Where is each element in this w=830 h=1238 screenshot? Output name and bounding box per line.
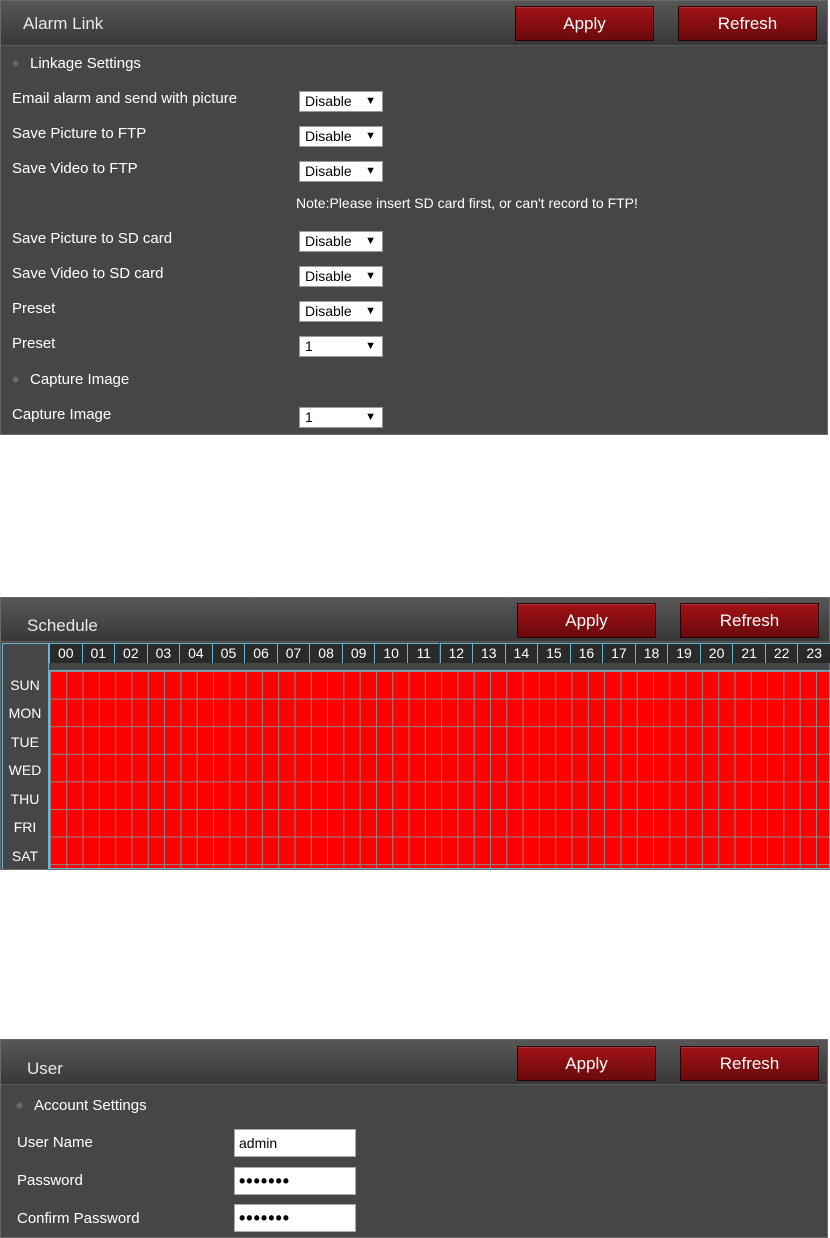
capture-image-value: 1 <box>305 409 313 425</box>
hour-header[interactable]: 04 <box>179 643 212 663</box>
chevron-down-icon: ▼ <box>365 340 376 352</box>
day-label[interactable]: MON <box>2 705 48 733</box>
chevron-down-icon: ▼ <box>365 305 376 317</box>
hour-header[interactable]: 08 <box>309 643 342 663</box>
preset-number-select[interactable]: 1 ▼ <box>299 336 383 357</box>
password-label: Password <box>17 1172 83 1189</box>
hour-header[interactable]: 20 <box>699 643 733 663</box>
user-panel: User Apply Refresh Account Settings User… <box>0 1039 828 1238</box>
hour-header[interactable]: 07 <box>276 643 310 663</box>
hour-header[interactable]: 19 <box>667 643 700 663</box>
hour-header[interactable]: 15 <box>537 643 570 663</box>
user-apply-button[interactable]: Apply <box>517 1046 656 1081</box>
hour-header[interactable]: 13 <box>472 643 505 663</box>
hour-header[interactable]: 18 <box>634 643 668 663</box>
schedule-time-grid[interactable] <box>49 670 830 869</box>
ftp-picture-select[interactable]: Disable ▼ <box>299 126 383 147</box>
hour-header[interactable]: 11 <box>406 643 440 663</box>
hour-header[interactable]: 09 <box>341 643 375 663</box>
user-title: User <box>27 1059 63 1078</box>
day-label[interactable]: SAT <box>2 848 48 876</box>
hour-header[interactable]: 16 <box>569 643 603 663</box>
preset-enable-label: Preset <box>12 300 56 317</box>
chevron-down-icon: ▼ <box>365 270 376 282</box>
schedule-hours-row: 00 01 02 03 04 05 06 07 08 09 10 11 12 13 14 15 16 17 18 19… <box>49 643 830 663</box>
sd-picture-select[interactable]: Disable ▼ <box>299 231 383 252</box>
linkage-settings-heading: Linkage Settings <box>9 55 141 72</box>
hour-header[interactable]: 12 <box>439 643 473 663</box>
sd-video-select[interactable]: Disable ▼ <box>299 266 383 287</box>
hour-header[interactable]: 05 <box>211 643 245 663</box>
username-input[interactable]: admin <box>234 1129 356 1157</box>
email-alarm-value: Disable <box>305 93 352 109</box>
hour-header[interactable]: 10 <box>374 643 407 663</box>
hour-header[interactable]: 23 <box>797 643 830 663</box>
ftp-video-select[interactable]: Disable ▼ <box>299 161 383 182</box>
ftp-picture-value: Disable <box>305 128 352 144</box>
schedule-apply-button[interactable]: Apply <box>517 603 656 638</box>
sd-picture-value: Disable <box>305 233 352 249</box>
hour-header[interactable]: 17 <box>602 643 635 663</box>
user-refresh-button[interactable]: Refresh <box>680 1046 819 1081</box>
chevron-down-icon: ▼ <box>365 165 376 177</box>
day-label[interactable]: WED <box>2 762 48 790</box>
day-label[interactable]: FRI <box>2 819 48 847</box>
schedule-day-labels: SUN MON TUE WED THU FRI SAT <box>2 670 49 869</box>
alarm-refresh-button[interactable]: Refresh <box>678 6 817 41</box>
preset-number-value: 1 <box>305 338 313 354</box>
preset-enable-select[interactable]: Disable ▼ <box>299 301 383 322</box>
alarm-apply-button[interactable]: Apply <box>515 6 654 41</box>
email-alarm-select[interactable]: Disable ▼ <box>299 91 383 112</box>
account-settings-heading: Account Settings <box>13 1097 147 1114</box>
chevron-down-icon: ▼ <box>365 95 376 107</box>
diamond-bullet-icon <box>11 59 20 68</box>
hour-header[interactable]: 03 <box>146 643 180 663</box>
hour-header[interactable]: 06 <box>244 643 277 663</box>
chevron-down-icon: ▼ <box>365 411 376 423</box>
ftp-video-label: Save Video to FTP <box>12 160 138 177</box>
capture-image-label: Capture Image <box>12 406 112 423</box>
chevron-down-icon: ▼ <box>365 130 376 142</box>
day-label[interactable]: SUN <box>2 677 48 705</box>
diamond-bullet-icon <box>15 1101 24 1110</box>
sd-picture-label: Save Picture to SD card <box>12 230 173 247</box>
schedule-refresh-button[interactable]: Refresh <box>680 603 819 638</box>
alarm-link-panel: Alarm Link Apply Refresh Linkage Setting… <box>0 0 828 435</box>
schedule-header: Schedule Apply Refresh <box>1 598 829 642</box>
user-header: User Apply Refresh <box>1 1040 827 1085</box>
day-label[interactable]: THU <box>2 791 48 819</box>
chevron-down-icon: ▼ <box>365 235 376 247</box>
hour-header[interactable]: 21 <box>732 643 765 663</box>
capture-image-heading: Capture Image <box>9 371 129 388</box>
sd-video-value: Disable <box>305 268 352 284</box>
confirm-password-input[interactable]: ••••••• <box>234 1204 356 1232</box>
diamond-bullet-icon <box>11 375 20 384</box>
alarm-link-title: Alarm Link <box>23 14 104 33</box>
hour-header[interactable]: 14 <box>504 643 538 663</box>
capture-image-section-label: Capture Image <box>30 371 130 388</box>
preset-enable-value: Disable <box>305 303 352 319</box>
schedule-title: Schedule <box>27 616 98 635</box>
preset-number-label: Preset <box>12 335 56 352</box>
hour-header[interactable]: 00 <box>49 643 82 663</box>
ftp-video-value: Disable <box>305 163 352 179</box>
ftp-note: Note:Please insert SD card first, or can… <box>296 195 638 211</box>
confirm-password-label: Confirm Password <box>17 1210 140 1227</box>
username-label: User Name <box>17 1134 93 1151</box>
hour-header[interactable]: 22 <box>764 643 798 663</box>
ftp-picture-label: Save Picture to FTP <box>12 125 147 142</box>
hour-header[interactable]: 01 <box>81 643 115 663</box>
email-alarm-label: Email alarm and send with picture <box>12 90 238 107</box>
alarm-link-header: Alarm Link Apply Refresh <box>1 1 827 46</box>
day-label[interactable]: TUE <box>2 734 48 762</box>
account-settings-label: Account Settings <box>34 1097 147 1114</box>
linkage-settings-label: Linkage Settings <box>30 55 141 72</box>
hour-header[interactable]: 02 <box>114 643 147 663</box>
password-input[interactable]: ••••••• <box>234 1167 356 1195</box>
sd-video-label: Save Video to SD card <box>12 265 164 282</box>
capture-image-select[interactable]: 1 ▼ <box>299 407 383 428</box>
